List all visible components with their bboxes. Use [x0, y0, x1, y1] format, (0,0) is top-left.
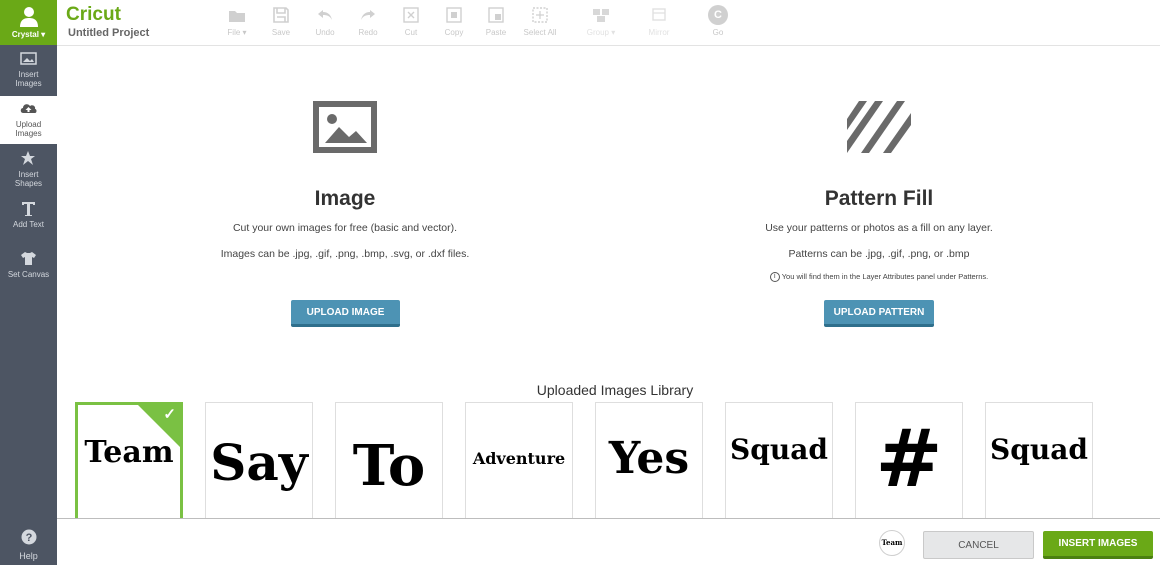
library-image-card[interactable]: Say — [205, 402, 313, 520]
undo-button[interactable]: Undo — [307, 5, 343, 43]
redo-label: Redo — [358, 28, 378, 37]
help-button[interactable]: ? Help — [0, 525, 57, 565]
sidebar-item-label: Add Text — [13, 220, 44, 229]
svg-text:?: ? — [26, 532, 33, 544]
checkmark-icon: ✓ — [163, 406, 176, 423]
library-image-preview: To — [352, 433, 426, 499]
group-menu-button[interactable]: Group ▾ — [581, 5, 621, 43]
select-all-icon — [532, 7, 548, 23]
cut-button[interactable]: Cut — [393, 5, 429, 43]
pattern-fill-icon — [847, 101, 911, 153]
library-image-preview: Adventure — [472, 449, 566, 468]
library-image-card[interactable]: Adventure — [465, 402, 573, 520]
library-image-card[interactable]: To — [335, 402, 443, 520]
sidebar-item-label: Upload Images — [15, 120, 42, 138]
library-title: Uploaded Images Library — [536, 382, 694, 398]
bottom-action-bar: Team CANCEL INSERT IMAGES — [57, 518, 1160, 565]
select-all-button[interactable]: Select All — [522, 5, 558, 43]
user-name: Crystal ▾ — [11, 30, 46, 39]
save-icon — [273, 7, 289, 23]
file-menu-button[interactable]: File ▾ — [219, 5, 255, 43]
go-icon: C — [708, 5, 728, 25]
paste-button[interactable]: Paste — [478, 5, 514, 43]
cut-icon — [403, 7, 419, 23]
library-image-card[interactable]: Yes — [595, 402, 703, 520]
pattern-panel-file-types: Patterns can be .jpg, .gif, .png, or .bm… — [788, 248, 970, 260]
pattern-panel: Pattern Fill Use your patterns or photos… — [679, 187, 1079, 283]
library-image-preview: Squad — [990, 433, 1088, 466]
save-label: Save — [271, 28, 291, 37]
cut-label: Cut — [404, 28, 418, 37]
image-panel-file-types: Images can be .jpg, .gif, .png, .bmp, .s… — [220, 248, 470, 260]
group-label: Group ▾ — [586, 28, 616, 37]
file-label: File ▾ — [227, 28, 247, 37]
help-label: Help — [19, 551, 38, 561]
project-title: Untitled Project — [68, 27, 150, 39]
text-icon — [22, 202, 35, 216]
library-image-preview: # — [875, 411, 943, 505]
copy-icon — [446, 7, 462, 23]
sidebar-item-add-text[interactable]: Add Text — [0, 196, 57, 244]
redo-icon — [361, 10, 375, 20]
library-image-card[interactable]: # — [855, 402, 963, 520]
upload-pattern-button[interactable]: UPLOAD PATTERN — [824, 300, 934, 327]
cricut-logo: Cricut — [66, 4, 121, 25]
pattern-panel-title: Pattern Fill — [824, 187, 934, 210]
pattern-note-text: You will find them in the Layer Attribut… — [781, 272, 989, 281]
cloud-upload-icon — [20, 104, 37, 113]
sidebar-item-insert-images[interactable]: Insert Images — [0, 46, 57, 94]
sidebar-item-label: Insert Shapes — [14, 170, 43, 188]
image-upload-icon — [313, 101, 377, 153]
sidebar-item-insert-shapes[interactable]: Insert Shapes — [0, 146, 57, 194]
shapes-icon — [21, 151, 35, 165]
user-icon — [20, 7, 38, 27]
copy-label: Copy — [444, 28, 464, 37]
go-label: Go — [712, 28, 724, 37]
library-image-preview: Yes — [608, 433, 690, 484]
upload-image-button[interactable]: UPLOAD IMAGE — [291, 300, 400, 327]
info-icon: i — [769, 272, 780, 283]
left-sidebar: Crystal ▾ Insert Images Upload Images In… — [0, 0, 57, 565]
user-menu[interactable]: Crystal ▾ — [0, 0, 57, 45]
question-icon: ? — [21, 529, 37, 545]
image-icon — [20, 52, 37, 65]
undo-label: Undo — [315, 28, 335, 37]
library-image-preview: Squad — [730, 433, 828, 466]
redo-button[interactable]: Redo — [350, 5, 386, 43]
selected-image-thumbnail: Team — [879, 530, 905, 556]
mirror-label: Mirror — [648, 28, 670, 37]
top-toolbar: Cricut Untitled Project File ▾ Save Undo… — [57, 0, 1160, 46]
undo-icon — [318, 10, 332, 20]
image-panel: Image Cut your own images for free (basi… — [145, 187, 545, 260]
image-panel-title: Image — [314, 187, 376, 210]
select-all-label: Select All — [523, 28, 557, 37]
paste-label: Paste — [485, 28, 507, 37]
paste-icon — [488, 7, 504, 23]
folder-icon — [229, 11, 245, 22]
pattern-panel-note: i You will find them in the Layer Attrib… — [679, 272, 1079, 283]
shirt-icon — [21, 252, 36, 265]
library-image-card[interactable]: Squad — [985, 402, 1093, 520]
insert-images-button[interactable]: INSERT IMAGES — [1043, 531, 1153, 559]
pattern-panel-description: Use your patterns or photos as a fill on… — [765, 222, 993, 234]
library-image-card[interactable]: Team ✓ — [75, 402, 183, 520]
copy-button[interactable]: Copy — [436, 5, 472, 43]
mirror-icon — [652, 8, 666, 21]
image-panel-description: Cut your own images for free (basic and … — [232, 222, 458, 234]
sidebar-item-upload-images[interactable]: Upload Images — [0, 96, 57, 144]
library-image-preview: Say — [210, 433, 308, 492]
save-button[interactable]: Save — [263, 5, 299, 43]
cancel-button[interactable]: CANCEL — [923, 531, 1034, 559]
library-image-card[interactable]: Squad — [725, 402, 833, 520]
group-icon — [593, 9, 609, 22]
sidebar-item-label: Insert Images — [15, 70, 42, 88]
mirror-button[interactable]: Mirror — [641, 5, 677, 43]
go-button[interactable]: C Go — [700, 5, 736, 43]
sidebar-item-set-canvas[interactable]: Set Canvas — [0, 246, 57, 294]
sidebar-item-label: Set Canvas — [7, 270, 50, 279]
